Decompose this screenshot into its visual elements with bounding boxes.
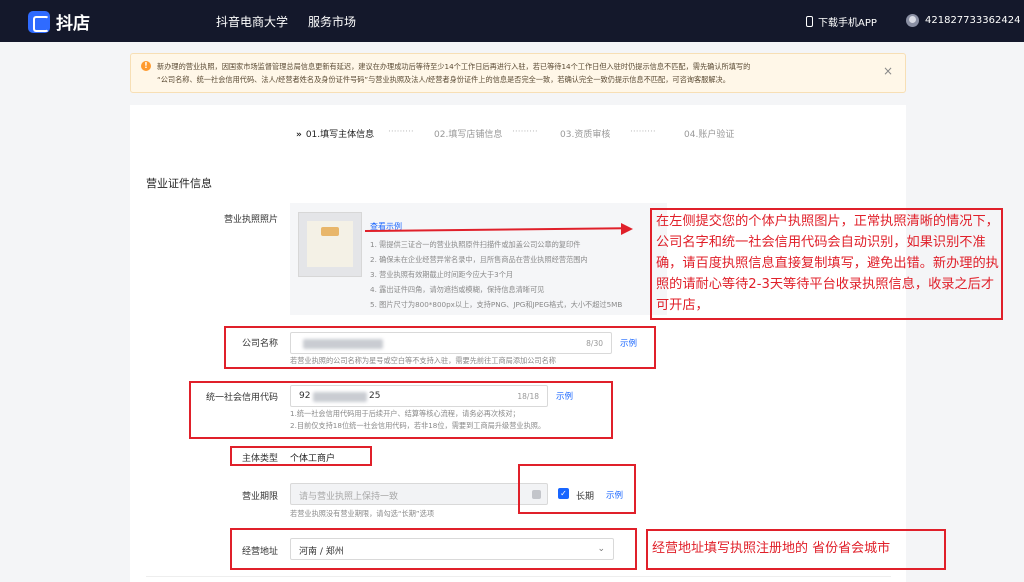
annotation-note-license: 在左侧提交您的个体户执照图片，正常执照清晰的情况下，公司名字和统一社会信用代码会… — [656, 214, 999, 313]
address-label: 经营地址 — [241, 547, 278, 557]
step-divider — [388, 127, 414, 137]
chevron-down-icon: ⌄ — [597, 544, 605, 554]
company-char-count: 8/30 — [586, 339, 603, 348]
license-label: 营业执照照片 — [223, 215, 278, 225]
divider — [146, 576, 891, 577]
user-account[interactable]: 421827733362424 — [906, 14, 1020, 27]
credit-code-label: 统一社会信用代码 — [205, 393, 278, 403]
step-1: » 01.填写主体信息 — [296, 127, 374, 140]
credit-code-input[interactable]: 92 25 18/18 — [290, 385, 548, 407]
address-value: 河南 / 郑州 — [299, 547, 344, 557]
period-hint: 若营业执照没有营业期限，请勾选“长期”选项 — [290, 509, 435, 518]
address-select[interactable]: 河南 / 郑州 ⌄ — [290, 538, 614, 560]
company-name-input[interactable]: 8/30 — [290, 332, 612, 354]
period-label: 营业期限 — [241, 492, 278, 502]
mobile-phone-icon — [806, 16, 813, 27]
logo-text: 抖店 — [56, 14, 90, 34]
credit-code-prefix: 92 — [299, 391, 311, 401]
section-title: 营业证件信息 — [146, 177, 212, 190]
credit-code-redacted — [313, 392, 367, 402]
entity-type-label: 主体类型 — [241, 454, 278, 464]
step-2: 02.填写店铺信息 — [434, 130, 503, 140]
company-name-redacted — [303, 339, 383, 349]
credit-code-example-link[interactable]: 示例 — [556, 390, 573, 402]
logo-icon — [28, 10, 50, 33]
nav-service-market[interactable]: 服务市场 — [308, 13, 356, 30]
license-seal — [321, 227, 339, 236]
download-app-link[interactable]: 下载手机APP — [806, 14, 877, 29]
avatar-icon — [906, 14, 919, 27]
step-3: 03.资质审核 — [560, 130, 611, 140]
step-1-label: 01.填写主体信息 — [305, 130, 375, 140]
company-hint: 若营业执照的公司名称为星号或空白等不支持入驻，需要先前往工商局添加公司名称 — [290, 356, 556, 365]
tip-item: 2. 确保未在企业经营异常名录中，且所售商品在营业执照经营范围内 — [370, 255, 588, 264]
close-icon[interactable]: × — [883, 64, 893, 78]
credit-code-hint-1: 1.统一社会信用代码用于后续开户、结算等核心流程，请务必再次核对； — [290, 409, 520, 418]
step-divider — [512, 127, 538, 137]
step-arrow-icon: » — [296, 130, 302, 140]
period-input: 请与营业执照上保持一致 — [290, 483, 548, 505]
tip-item: 4. 露出证件四角，请勿遮挡或模糊，保持信息清晰可见 — [370, 285, 545, 294]
nav-ecommerce-university[interactable]: 抖音电商大学 — [216, 13, 288, 30]
notice-line-2: “公司名称、统一社会信用代码、法人/经营者姓名及身份证件号码”与营业执照及法人/… — [157, 75, 730, 84]
license-thumbnail[interactable] — [298, 212, 362, 277]
annotation-arrow-head — [621, 223, 633, 235]
entity-type-value: 个体工商户 — [290, 454, 336, 464]
notice-text: 新办理的营业执照，因国家市场监督管理总局信息更新有延迟，建议在办理成功后等待至少… — [157, 60, 873, 86]
company-label: 公司名称 — [241, 339, 278, 349]
credit-code-suffix: 25 — [369, 391, 381, 401]
tip-item: 3. 营业执照有效期截止时间距今应大于3个月 — [370, 270, 514, 279]
download-app-label: 下载手机APP — [818, 18, 877, 29]
license-tips: 1. 需提供三证合一的营业执照原件扫描件或加盖公司公章的复印件 2. 确保未在企… — [370, 237, 667, 312]
long-term-checkbox[interactable]: ✓ — [558, 488, 569, 499]
logo[interactable]: 抖店 — [28, 9, 90, 34]
user-id: 421827733362424 — [925, 15, 1021, 26]
period-example-link[interactable]: 示例 — [606, 489, 623, 501]
step-4: 04.账户验证 — [684, 130, 735, 140]
top-navigation-bar: 抖店 抖音电商大学 服务市场 下载手机APP 421827733362424 — [0, 0, 1024, 42]
period-placeholder: 请与营业执照上保持一致 — [299, 492, 399, 502]
annotation-note-address: 经营地址填写执照注册地的 省份省会城市 — [652, 541, 891, 556]
credit-code-hint-2: 2.目前仅支持18位统一社会信用代码，若非18位，需要到工商局升级营业执照。 — [290, 421, 546, 430]
notice-line-1: 新办理的营业执照，因国家市场监督管理总局信息更新有延迟，建议在办理成功后等待至少… — [157, 62, 751, 71]
tip-item: 1. 需提供三证合一的营业执照原件扫描件或加盖公司公章的复印件 — [370, 240, 581, 249]
tip-item: 5. 图片尺寸为800*800px以上，支持PNG、JPG和JPEG格式，大小不… — [370, 300, 623, 309]
company-example-link[interactable]: 示例 — [620, 337, 637, 349]
step-divider — [630, 127, 656, 137]
long-term-label: 长期 — [576, 492, 595, 502]
credit-code-char-count: 18/18 — [517, 392, 539, 401]
warning-icon: ! — [141, 61, 151, 71]
license-image — [307, 221, 353, 267]
notice-banner: ! 新办理的营业执照，因国家市场监督管理总局信息更新有延迟，建议在办理成功后等待… — [130, 53, 906, 93]
